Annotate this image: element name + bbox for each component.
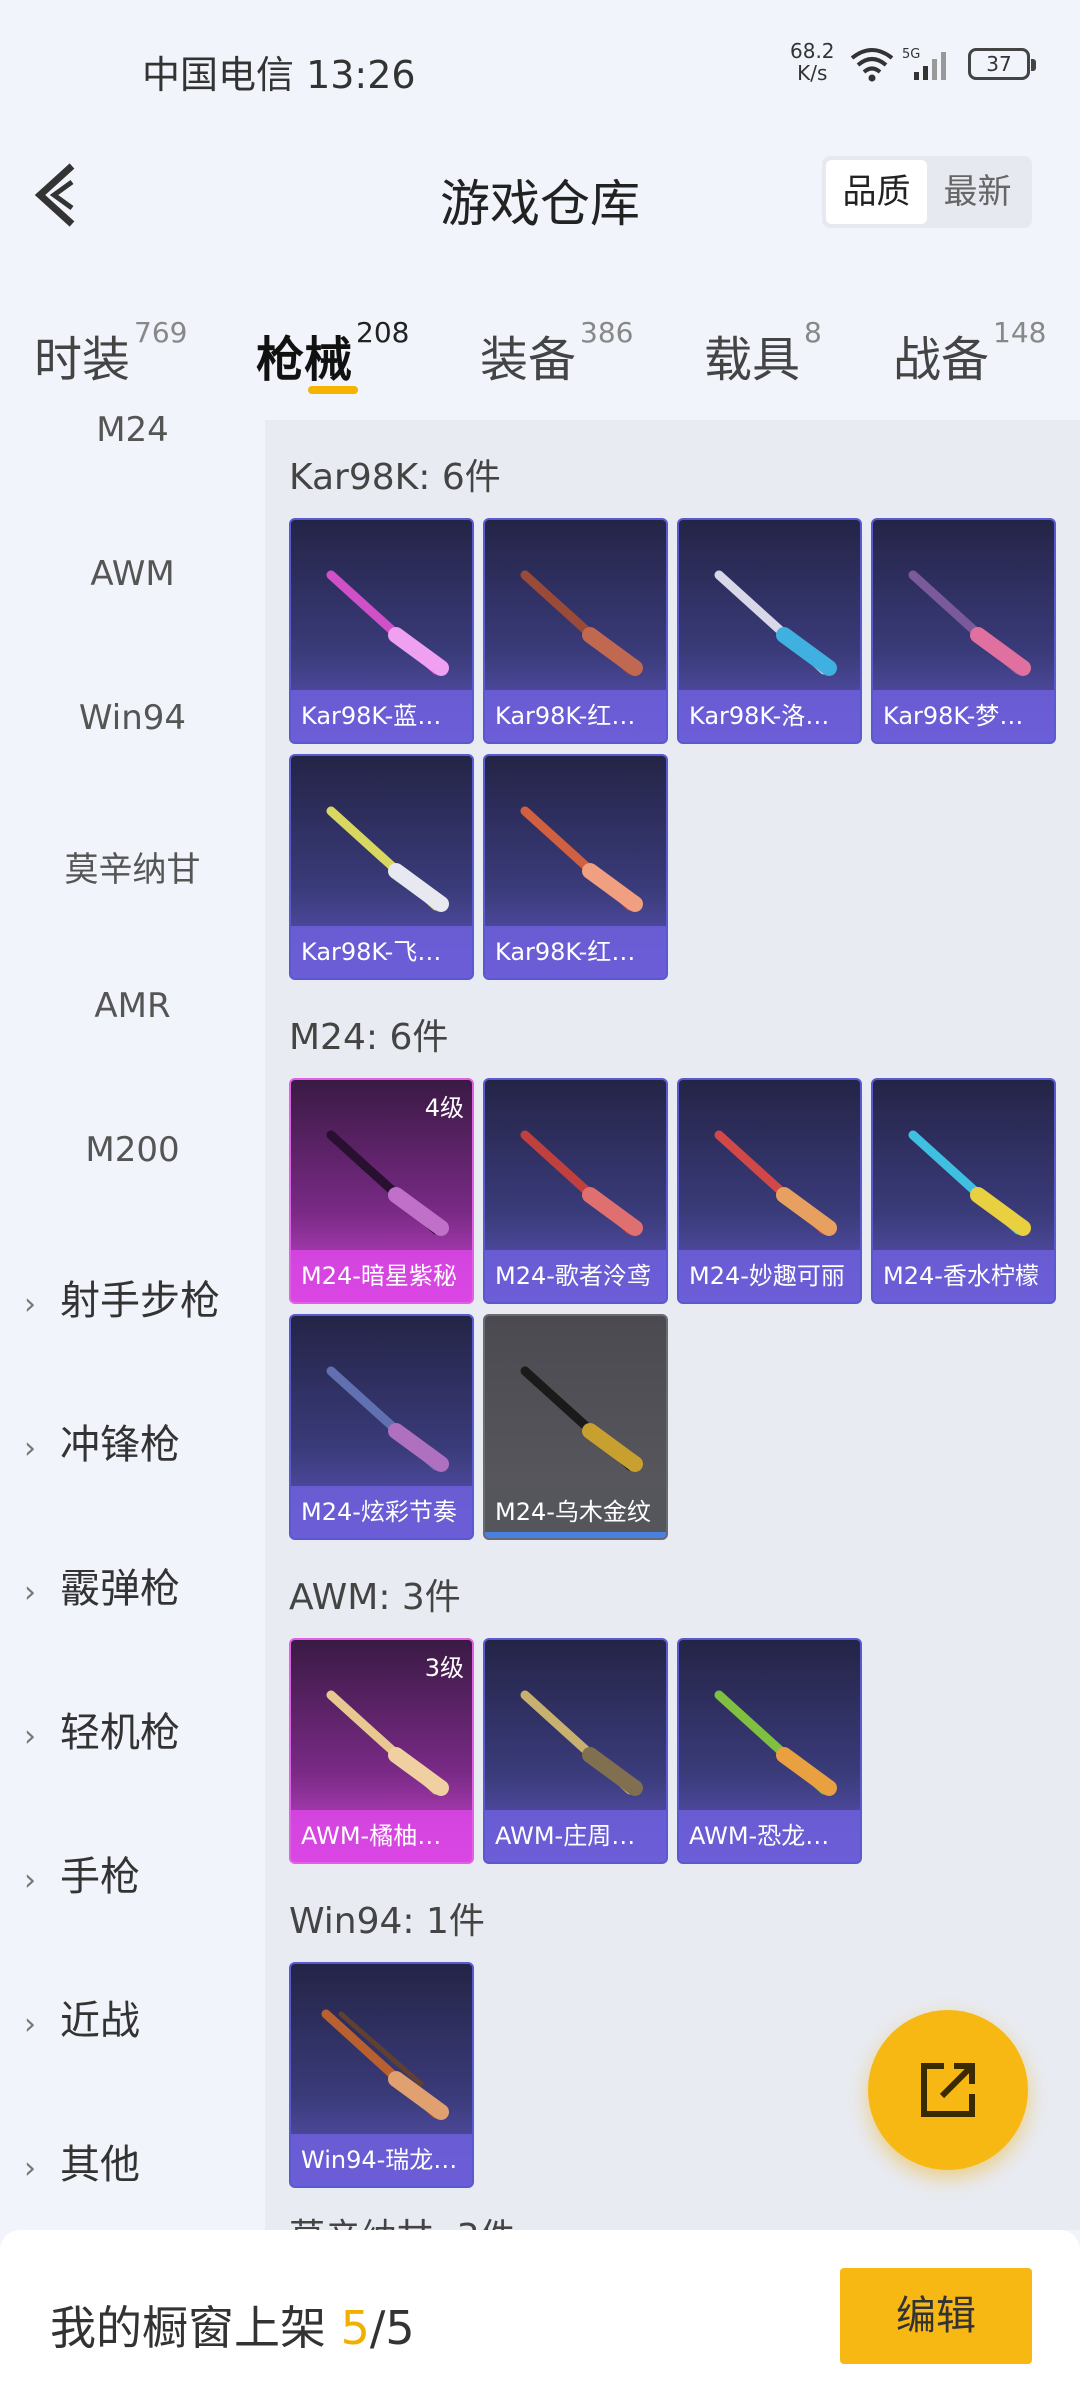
sidebar-item-awm[interactable]: AWM: [0, 554, 265, 594]
active-tab-indicator: [308, 386, 358, 394]
rifle-icon: [520, 1690, 643, 1796]
sidebar-item-amr[interactable]: AMR: [0, 986, 265, 1026]
carrier-time: 中国电信 13:26: [142, 53, 416, 97]
sidebar-group-smg[interactable]: › 冲锋枪: [24, 1412, 180, 1470]
rifle-icon: [326, 806, 449, 912]
chevron-right-icon: ›: [24, 1287, 36, 1322]
showcase-count: 5: [340, 2301, 370, 2355]
chevron-right-icon: ›: [24, 1431, 36, 1466]
rifle-icon: [520, 1366, 643, 1472]
section-title-awm: AWM: 3件: [289, 1577, 461, 1618]
rifle-icon: [326, 1366, 449, 1472]
tab-equipment[interactable]: 装备 386: [480, 316, 633, 390]
item-grid: Kar98K: 6件 Kar98K-蓝莓… Kar98K-红色… Kar98K-…: [265, 420, 1080, 2230]
rifle-icon: [326, 570, 449, 676]
sort-quality-button[interactable]: 品质: [826, 160, 927, 224]
wifi-icon: [850, 48, 894, 82]
sort-toggle: 品质 最新: [822, 156, 1032, 228]
item-card[interactable]: Kar98K-洛神…: [677, 518, 862, 744]
sidebar-group-other[interactable]: › 其他: [24, 2132, 140, 2190]
item-card[interactable]: Kar98K-红色…: [483, 518, 668, 744]
item-card[interactable]: 3级 AWM-橘柚…: [289, 1638, 474, 1864]
rifle-icon: [714, 570, 837, 676]
sidebar-group-marksman[interactable]: › 射手步枪: [24, 1268, 220, 1326]
rifle-icon: [908, 570, 1031, 676]
section-title-kar98k: Kar98K: 6件: [289, 457, 501, 498]
sidebar-item-m24[interactable]: M24: [0, 410, 265, 450]
rifle-icon: [714, 1130, 837, 1236]
item-card[interactable]: M24-乌木金纹: [483, 1314, 668, 1540]
sidebar-group-melee[interactable]: › 近战: [24, 1988, 140, 2046]
item-card[interactable]: M24-歌者泠鸢: [483, 1078, 668, 1304]
status-bar: 中国电信 13:26 68.2 K/s 5G 37: [0, 0, 1080, 130]
net-speed: 68.2 K/s: [790, 39, 835, 85]
chevron-right-icon: ›: [24, 1719, 36, 1754]
section-title-m24: M24: 6件: [289, 1017, 449, 1058]
tab-vehicles[interactable]: 载具 8: [704, 316, 822, 390]
edit-button[interactable]: 编辑: [840, 2268, 1032, 2364]
sort-newest-button[interactable]: 最新: [927, 160, 1028, 224]
battery-icon: 37: [968, 48, 1036, 80]
weapon-sidebar: M24 AWM Win94 莫辛纳甘 AMR M200 › 射手步枪 › 冲锋枪 ›…: [0, 410, 265, 2230]
item-card[interactable]: M24-妙趣可丽: [677, 1078, 862, 1304]
sidebar-item-win94[interactable]: Win94: [0, 698, 265, 738]
sidebar-group-pistol[interactable]: › 手枪: [24, 1844, 140, 1902]
item-card[interactable]: AWM-恐龙…: [677, 1638, 862, 1864]
item-card[interactable]: Kar98K-飞驰…: [289, 754, 474, 980]
section-title-win94: Win94: 1件: [289, 1901, 485, 1942]
sidebar-item-m200[interactable]: M200: [0, 1130, 265, 1170]
item-card[interactable]: AWM-庄周…: [483, 1638, 668, 1864]
share-external-icon: [921, 2063, 975, 2117]
chevron-right-icon: ›: [24, 2007, 36, 2042]
share-button[interactable]: [868, 2010, 1028, 2170]
item-card[interactable]: M24-香水柠檬: [871, 1078, 1056, 1304]
item-card[interactable]: 4级 M24-暗星紫秘: [289, 1078, 474, 1304]
sidebar-item-mosin[interactable]: 莫辛纳甘: [0, 842, 265, 891]
rifle-icon: [520, 806, 643, 912]
category-tabs: 时装 769 枪械 208 装备 386 载具 8 战备 148: [0, 300, 1080, 410]
rifle-icon: [520, 1130, 643, 1236]
rifle-icon: [520, 570, 643, 676]
tab-guns[interactable]: 枪械 208: [256, 316, 409, 390]
sidebar-group-lmg[interactable]: › 轻机枪: [24, 1700, 180, 1758]
rifle-icon: [714, 1690, 837, 1796]
chevron-right-icon: ›: [24, 1575, 36, 1610]
sidebar-group-shotgun[interactable]: › 霰弹枪: [24, 1556, 180, 1614]
item-card[interactable]: Kar98K-红伞…: [483, 754, 668, 980]
showcase-total: /5: [369, 2301, 415, 2355]
item-card[interactable]: M24-炫彩节奏: [289, 1314, 474, 1540]
item-card[interactable]: Kar98K-蓝莓…: [289, 518, 474, 744]
tab-fashion[interactable]: 时装 769: [34, 316, 187, 390]
signal-icon: 5G: [902, 47, 946, 80]
item-card[interactable]: Kar98K-梦幻…: [871, 518, 1056, 744]
showcase-label: 我的橱窗上架 5/5: [50, 2301, 415, 2355]
network-type: 5G: [902, 47, 920, 62]
tab-supplies[interactable]: 战备 148: [893, 316, 1046, 390]
header: 游戏仓库 品质 最新: [0, 130, 1080, 260]
rifle-icon: [908, 1130, 1031, 1236]
chevron-right-icon: ›: [24, 2151, 36, 2186]
item-card[interactable]: Win94-瑞龙…: [289, 1962, 474, 2188]
section-title-mosin: 莫辛纳甘: 3件: [289, 2208, 515, 2230]
chevron-right-icon: ›: [24, 1863, 36, 1898]
rifle-icon: [321, 2009, 449, 2120]
showcase-bar: 我的橱窗上架 5/5 编辑: [0, 2230, 1080, 2400]
